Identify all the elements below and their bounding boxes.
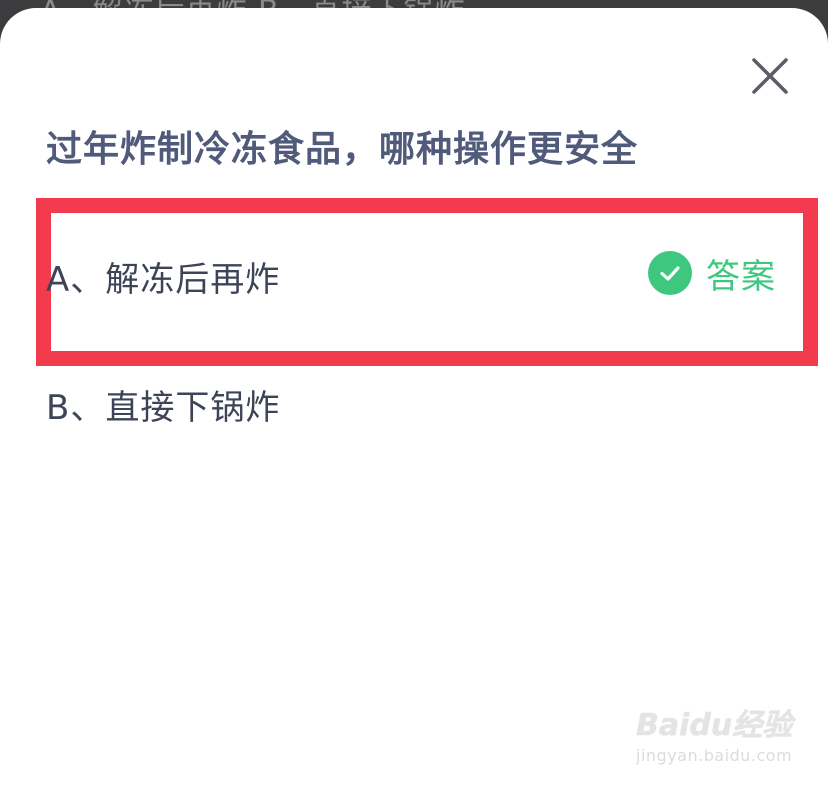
correct-answer-badge: 答案 [648, 250, 776, 297]
quiz-answer-sheet: 过年炸制冷冻食品，哪种操作更安全 A、解冻后再炸 答案 B、直接下锅炸 [0, 8, 828, 798]
close-button[interactable] [748, 54, 792, 98]
watermark-url: jingyan.baidu.com [636, 746, 793, 765]
check-circle-icon [648, 251, 692, 295]
option-a[interactable]: A、解冻后再炸 [46, 252, 280, 301]
watermark-brand: Baidu经验 [636, 708, 793, 743]
answer-label: 答案 [706, 256, 776, 297]
option-b[interactable]: B、直接下锅炸 [46, 380, 280, 429]
baidu-jingyan-watermark: Baidu经验 jingyan.baidu.com [636, 700, 792, 765]
close-icon [752, 58, 788, 94]
question-title: 过年炸制冷冻食品，哪种操作更安全 [46, 129, 639, 170]
